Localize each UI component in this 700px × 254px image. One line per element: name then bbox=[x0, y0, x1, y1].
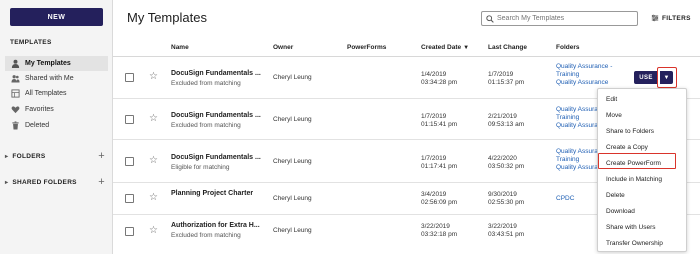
star-icon[interactable]: ☆ bbox=[149, 226, 158, 236]
users-icon bbox=[11, 74, 20, 83]
sidebar-group-folders[interactable]: ▸ FOLDERS + bbox=[5, 150, 105, 162]
sidebar-item-label: Shared with Me bbox=[25, 75, 74, 82]
template-matching-status: Excluded from matching bbox=[171, 122, 241, 129]
menu-highlight-box bbox=[598, 153, 676, 169]
add-shared-folder-icon[interactable]: + bbox=[98, 176, 105, 188]
menu-item-move[interactable]: Move bbox=[598, 107, 686, 123]
menu-item-share-with-users[interactable]: Share with Users bbox=[598, 219, 686, 235]
column-header-created-date[interactable]: Created Date ▼ bbox=[421, 44, 469, 51]
chevron-right-icon: ▸ bbox=[5, 179, 9, 186]
sidebar-item-deleted[interactable]: Deleted bbox=[5, 118, 108, 133]
sidebar-item-shared-with-me[interactable]: Shared with Me bbox=[5, 71, 108, 86]
sidebar-item-label: My Templates bbox=[25, 60, 71, 67]
user-icon bbox=[11, 59, 20, 68]
filters-button[interactable]: FILTERS bbox=[651, 14, 691, 22]
sidebar-item-label: Deleted bbox=[25, 122, 50, 129]
template-owner: Cheryl Leung bbox=[273, 158, 312, 165]
star-icon[interactable]: ☆ bbox=[149, 193, 158, 203]
filter-icon bbox=[651, 14, 662, 22]
folder-links[interactable]: CPDC bbox=[556, 195, 574, 203]
last-change-date: 9/30/2019 02:55:30 pm bbox=[488, 191, 525, 206]
templates-section-label: TEMPLATES bbox=[10, 39, 52, 46]
menu-item-include-in-matching[interactable]: Include in Matching bbox=[598, 171, 686, 187]
page-title: My Templates bbox=[127, 10, 207, 25]
sidebar-item-label: All Templates bbox=[25, 90, 67, 97]
column-header-powerforms[interactable]: PowerForms bbox=[347, 44, 386, 51]
column-header-name[interactable]: Name bbox=[171, 44, 189, 51]
row-checkbox[interactable] bbox=[125, 157, 134, 166]
menu-item-download[interactable]: Download bbox=[598, 203, 686, 219]
chevron-right-icon: ▸ bbox=[5, 153, 9, 160]
template-owner: Cheryl Leung bbox=[273, 195, 312, 202]
sidebar-item-all-templates[interactable]: All Templates bbox=[5, 86, 108, 101]
template-owner: Cheryl Leung bbox=[273, 74, 312, 81]
trash-icon bbox=[11, 121, 20, 130]
sidebar-group-label: FOLDERS bbox=[12, 152, 46, 160]
sidebar: NEW TEMPLATES My Templates Shared with M… bbox=[0, 0, 113, 254]
folder-links[interactable]: Quality Assurance - Training Quality Assur… bbox=[556, 63, 612, 87]
template-matching-status: Eligible for matching bbox=[171, 164, 230, 171]
column-header-folders[interactable]: Folders bbox=[556, 44, 579, 51]
sidebar-group-shared-folders[interactable]: ▸ SHARED FOLDERS + bbox=[5, 176, 105, 188]
sidebar-group-label: SHARED FOLDERS bbox=[12, 178, 77, 186]
created-date: 1/4/2019 03:34:28 pm bbox=[421, 71, 458, 86]
template-matching-status: Excluded from matching bbox=[171, 80, 241, 87]
last-change-date: 3/22/2019 03:43:51 pm bbox=[488, 223, 525, 238]
template-owner: Cheryl Leung bbox=[273, 116, 312, 123]
created-date: 3/22/2019 03:32:18 pm bbox=[421, 223, 458, 238]
filters-label: FILTERS bbox=[662, 14, 691, 22]
sidebar-item-label: Favorites bbox=[25, 106, 54, 113]
template-name[interactable]: DocuSign Fundamentals ... bbox=[171, 112, 261, 119]
template-matching-status: Excluded from matching bbox=[171, 232, 241, 239]
row-checkbox[interactable] bbox=[125, 73, 134, 82]
menu-item-edit[interactable]: Edit bbox=[598, 91, 686, 107]
created-date: 1/7/2019 01:17:41 pm bbox=[421, 155, 458, 170]
created-date: 3/4/2019 02:56:09 pm bbox=[421, 191, 458, 206]
star-icon[interactable]: ☆ bbox=[149, 114, 158, 124]
template-name[interactable]: Authorization for Extra H... bbox=[171, 222, 260, 229]
search-box[interactable] bbox=[481, 11, 638, 26]
grid-icon bbox=[11, 89, 20, 98]
created-date: 1/7/2019 01:15:41 pm bbox=[421, 113, 458, 128]
row-checkbox[interactable] bbox=[125, 194, 134, 203]
actions-menu: Edit Move Share to Folders Create a Copy… bbox=[597, 88, 687, 252]
add-folder-icon[interactable]: + bbox=[98, 150, 105, 162]
search-icon bbox=[486, 14, 497, 23]
template-name[interactable]: DocuSign Fundamentals ... bbox=[171, 70, 261, 77]
caret-highlight-box bbox=[657, 67, 677, 88]
column-header-label: Created Date bbox=[421, 44, 462, 51]
sidebar-item-favorites[interactable]: Favorites bbox=[5, 102, 108, 117]
template-name[interactable]: DocuSign Fundamentals ... bbox=[171, 154, 261, 161]
table-header: Name Owner PowerForms Created Date ▼ Last… bbox=[113, 40, 700, 57]
last-change-date: 2/21/2019 09:53:13 am bbox=[488, 113, 525, 128]
column-header-owner[interactable]: Owner bbox=[273, 44, 293, 51]
new-button[interactable]: NEW bbox=[10, 8, 103, 26]
last-change-date: 1/7/2019 01:15:37 pm bbox=[488, 71, 525, 86]
row-checkbox[interactable] bbox=[125, 227, 134, 236]
template-owner: Cheryl Leung bbox=[273, 227, 312, 234]
menu-item-transfer-ownership[interactable]: Transfer Ownership bbox=[598, 235, 686, 251]
sort-arrow-icon: ▼ bbox=[463, 45, 470, 51]
star-icon[interactable]: ☆ bbox=[149, 72, 158, 82]
column-header-last-change[interactable]: Last Change bbox=[488, 44, 527, 51]
heart-icon bbox=[11, 105, 20, 114]
menu-item-delete[interactable]: Delete bbox=[598, 187, 686, 203]
star-icon[interactable]: ☆ bbox=[149, 156, 158, 166]
last-change-date: 4/22/2020 03:50:32 pm bbox=[488, 155, 525, 170]
menu-item-share-to-folders[interactable]: Share to Folders bbox=[598, 123, 686, 139]
row-checkbox[interactable] bbox=[125, 115, 134, 124]
use-button[interactable]: USE bbox=[634, 71, 658, 84]
sidebar-item-my-templates[interactable]: My Templates bbox=[5, 56, 108, 71]
template-name[interactable]: Planning Project Charter bbox=[171, 190, 253, 197]
search-input[interactable] bbox=[497, 15, 637, 22]
